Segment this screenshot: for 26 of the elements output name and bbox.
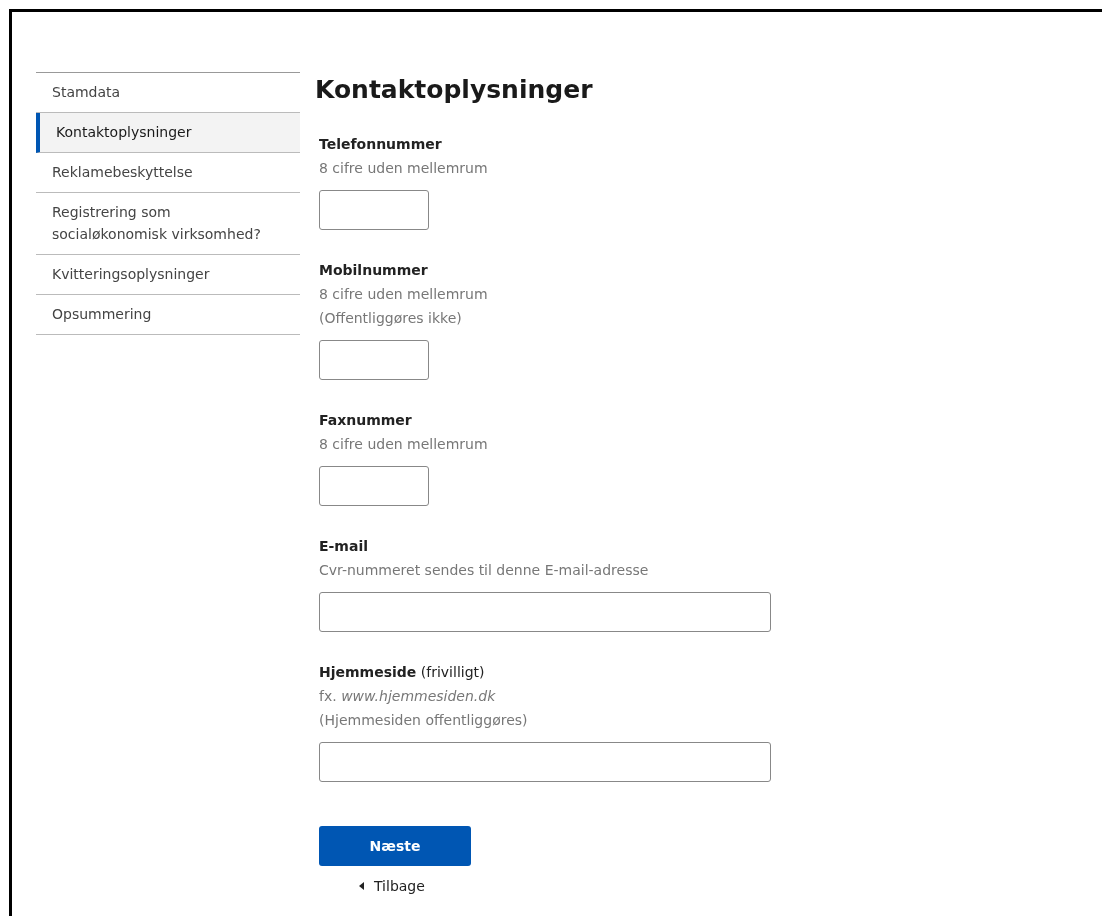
field-hint: 8 cifre uden mellemrum [319, 159, 488, 178]
field-hint: 8 cifre uden mellemrum [319, 285, 488, 304]
input-field[interactable] [319, 742, 771, 782]
field-hint: Cvr-nummeret sendes til denne E-mail-adresse [319, 561, 649, 580]
field-hint: 8 cifre uden mellemrum [319, 435, 488, 454]
sidebar-item[interactable]: Reklamebeskyttelse [36, 153, 300, 193]
back-link[interactable]: Tilbage [359, 878, 425, 894]
field-label: Faxnummer [319, 411, 412, 430]
field-hint: (Hjemmesiden offentliggøres) [319, 711, 528, 730]
sidebar-item[interactable]: Registrering som socialøkonomisk virksomhed? [36, 193, 300, 255]
caret-icon [359, 882, 364, 890]
field-label: E-mail [319, 537, 368, 556]
input-field[interactable] [319, 466, 429, 506]
sidebar-item[interactable]: Opsummering [36, 295, 300, 335]
input-field[interactable] [319, 340, 429, 380]
sidebar-item[interactable]: Kontaktoplysninger [36, 113, 300, 153]
input-field[interactable] [319, 190, 429, 230]
field-label: Telefonnummer [319, 135, 442, 154]
sidebar-item[interactable]: Kvitteringsoplysninger [36, 255, 300, 295]
next-button[interactable]: Næste [319, 826, 471, 866]
input-field[interactable] [319, 592, 771, 632]
page-title: Kontaktoplysninger [315, 74, 593, 106]
field-hint: fx. www.hjemmesiden.dk [319, 687, 496, 706]
field-label: Mobilnummer [319, 261, 428, 280]
field-label: Hjemmeside (frivilligt) [319, 663, 485, 682]
field-hint: (Offentliggøres ikke) [319, 309, 462, 328]
